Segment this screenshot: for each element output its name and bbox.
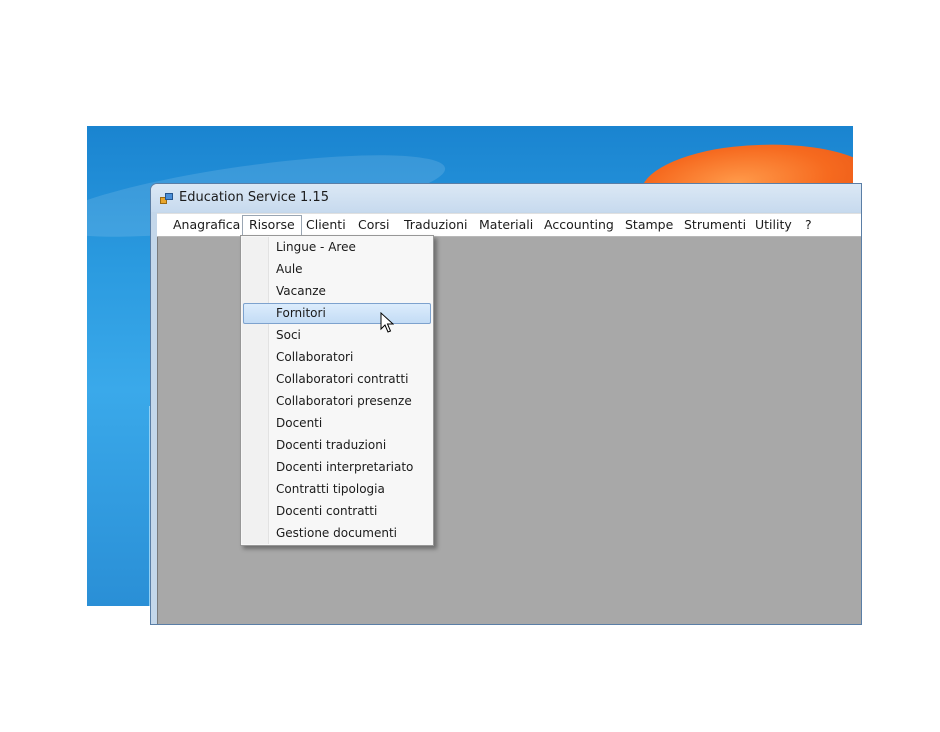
menu-item-collaboratori-presenze[interactable]: Collaboratori presenze [243,391,431,412]
menu-item-contratti-tipologia[interactable]: Contratti tipologia [243,479,431,500]
app-icon[interactable] [160,193,173,204]
menu-anagrafica[interactable]: Anagrafica [173,216,240,234]
menu-clienti[interactable]: Clienti [306,216,346,234]
menu-stampe[interactable]: Stampe [625,216,673,234]
menu-materiali[interactable]: Materiali [479,216,533,234]
menu-risorse[interactable]: Risorse [242,215,302,236]
menu-utility[interactable]: Utility [755,216,792,234]
menu-item-docenti[interactable]: Docenti [243,413,431,434]
menu-traduzioni[interactable]: Traduzioni [404,216,468,234]
menu-help[interactable]: ? [805,216,812,234]
menu-item-collaboratori[interactable]: Collaboratori [243,347,431,368]
mouse-pointer-icon [380,312,394,333]
menu-item-docenti-contratti[interactable]: Docenti contratti [243,501,431,522]
menu-item-docenti-traduzioni[interactable]: Docenti traduzioni [243,435,431,456]
menu-item-fornitori[interactable]: Fornitori [243,303,431,324]
risorse-dropdown-menu: Lingue - Aree Aule Vacanze Fornitori Soc… [240,235,434,546]
menu-strumenti[interactable]: Strumenti [684,216,746,234]
menu-item-gestione-documenti[interactable]: Gestione documenti [243,523,431,544]
window-title: Education Service 1.15 [179,190,329,205]
menu-corsi[interactable]: Corsi [358,216,390,234]
title-bar[interactable]: Education Service 1.15 [151,184,861,212]
menu-accounting[interactable]: Accounting [544,216,614,234]
menu-item-vacanze[interactable]: Vacanze [243,281,431,302]
menu-item-docenti-interpretariato[interactable]: Docenti interpretariato [243,457,431,478]
menu-item-soci[interactable]: Soci [243,325,431,346]
menu-item-aule[interactable]: Aule [243,259,431,280]
menu-item-collaboratori-contratti[interactable]: Collaboratori contratti [243,369,431,390]
menu-item-lingue-aree[interactable]: Lingue - Aree [243,237,431,258]
menu-bar: Anagrafica Risorse Clienti Corsi Traduzi… [157,213,861,237]
